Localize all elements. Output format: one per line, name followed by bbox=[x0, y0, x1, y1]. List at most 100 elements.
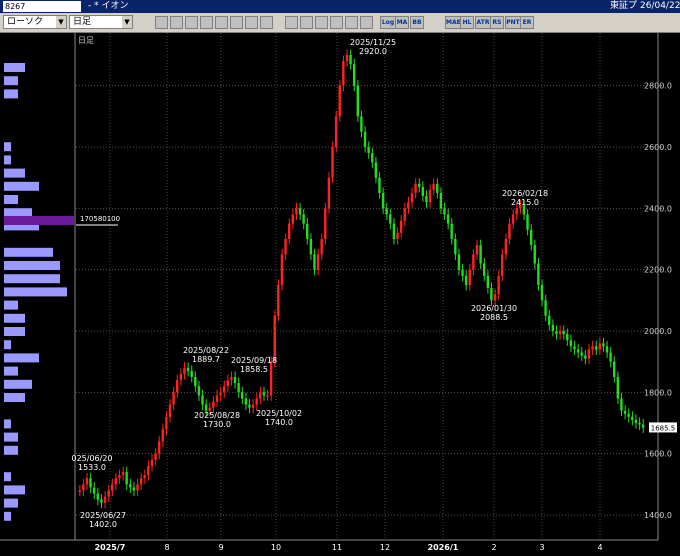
volume-profile-bar bbox=[4, 313, 25, 323]
candle-body bbox=[197, 386, 201, 396]
volume-profile-bar bbox=[4, 208, 32, 218]
candle-body bbox=[183, 367, 186, 374]
candle-body bbox=[486, 275, 490, 289]
candle-body bbox=[219, 392, 222, 396]
chart-type-value: ローソク bbox=[7, 17, 44, 27]
toolbar-pnt-button[interactable]: PNT bbox=[505, 16, 521, 29]
annotation-date: 2026/02/18 bbox=[502, 189, 548, 198]
candle-body bbox=[147, 465, 150, 476]
toolbar-bb-button[interactable]: BB bbox=[410, 16, 424, 29]
candle-body bbox=[201, 395, 204, 405]
annotation-date: 025/06/20 bbox=[71, 454, 112, 463]
candle-body bbox=[616, 377, 620, 399]
candle-body bbox=[259, 392, 262, 399]
candle-body bbox=[569, 340, 573, 347]
price-chart[interactable]: 日足 1400.01600.01800.02000.02200.02400.02… bbox=[0, 33, 680, 556]
candle-body bbox=[446, 214, 450, 224]
candle-body bbox=[443, 208, 446, 215]
time-tick-label: 2025/7 bbox=[95, 543, 126, 552]
toolbar-ma-button[interactable]: MA bbox=[395, 16, 409, 29]
volume-profile-bar bbox=[4, 89, 18, 99]
candle-body bbox=[407, 202, 410, 209]
time-tick-label: 3 bbox=[539, 543, 544, 552]
candle-body bbox=[139, 478, 143, 485]
volume-profile-bar bbox=[4, 511, 11, 521]
toolbar-rs-button[interactable]: RS bbox=[490, 16, 504, 29]
volume-profile-bar bbox=[4, 353, 39, 363]
toolbar-palette-button[interactable] bbox=[345, 16, 358, 29]
candle-body bbox=[298, 208, 302, 215]
candle-body bbox=[100, 499, 103, 503]
toolbar-line-button[interactable] bbox=[215, 16, 228, 29]
candle-body bbox=[291, 214, 294, 224]
time-tick-label: 4 bbox=[597, 543, 602, 552]
annotation-value: 1740.0 bbox=[265, 418, 293, 427]
candle-body bbox=[479, 245, 482, 264]
toolbar-print-button[interactable] bbox=[330, 16, 343, 29]
volume-profile-bar bbox=[4, 274, 60, 284]
candle-body bbox=[114, 478, 118, 485]
volume-profile-bar bbox=[4, 485, 25, 495]
candle-body bbox=[515, 208, 518, 215]
toolbar-atr-button[interactable]: ATR bbox=[475, 16, 491, 29]
stock-code-field[interactable]: 8267 bbox=[3, 1, 81, 12]
toolbar-er-button[interactable]: ER bbox=[520, 16, 534, 29]
candle-body bbox=[273, 315, 276, 362]
candle-body bbox=[526, 214, 529, 230]
toolbar-copy-button[interactable] bbox=[315, 16, 328, 29]
candle-body bbox=[612, 361, 616, 377]
candle-body bbox=[594, 346, 598, 350]
candle-body bbox=[85, 478, 89, 485]
candle-body bbox=[190, 370, 193, 377]
candle-body bbox=[547, 315, 551, 325]
window-title: - * イオン bbox=[88, 1, 129, 11]
candle-body bbox=[230, 377, 233, 381]
candle-body bbox=[132, 487, 136, 491]
candle-body bbox=[573, 346, 576, 350]
volume-profile-bar bbox=[4, 419, 11, 429]
candle-body bbox=[417, 183, 421, 187]
candle-body bbox=[504, 239, 508, 255]
toolbar-hl-button[interactable] bbox=[245, 16, 258, 29]
candle-body bbox=[334, 116, 338, 147]
candle-body bbox=[501, 254, 504, 276]
toolbar-note-button[interactable] bbox=[300, 16, 313, 29]
toolbar-log-button[interactable]: Log bbox=[380, 16, 396, 29]
candle-body bbox=[511, 214, 515, 224]
time-tick-label: 9 bbox=[218, 543, 223, 552]
candle-body bbox=[562, 331, 565, 335]
candle-body bbox=[92, 487, 96, 494]
candle-body bbox=[352, 64, 356, 86]
toolbar-mae-button[interactable]: MAE bbox=[445, 16, 461, 29]
candle-body bbox=[360, 116, 363, 132]
toolbar-up-down-button[interactable] bbox=[185, 16, 198, 29]
annotation-value: 2920.0 bbox=[359, 47, 387, 56]
annotation-date: 2025/11/25 bbox=[350, 38, 396, 47]
candle-body bbox=[194, 377, 197, 387]
time-tick-label: 2026/1 bbox=[428, 543, 459, 552]
candle-body bbox=[602, 343, 605, 347]
toolbar-camera-button[interactable] bbox=[360, 16, 373, 29]
candle-body bbox=[136, 484, 139, 491]
time-tick-label: 10 bbox=[271, 543, 281, 552]
candle-body bbox=[631, 416, 634, 420]
exchange-label: 東証プ bbox=[610, 1, 638, 11]
period-select[interactable]: 日足 ▼ bbox=[69, 15, 133, 29]
candle-body bbox=[280, 254, 284, 285]
candle-body bbox=[623, 410, 627, 414]
toolbar-search-button[interactable] bbox=[170, 16, 183, 29]
candle-body bbox=[584, 355, 587, 359]
toolbar-check-button[interactable] bbox=[260, 16, 273, 29]
candle-body bbox=[457, 254, 461, 270]
candle-body bbox=[396, 232, 399, 239]
toolbar-mail-button[interactable] bbox=[285, 16, 298, 29]
candle-body bbox=[103, 496, 107, 503]
toolbar-red-button[interactable] bbox=[230, 16, 243, 29]
toolbar-hl-button[interactable]: HL bbox=[460, 16, 474, 29]
candle-body bbox=[374, 162, 378, 178]
toolbar-zoom-button[interactable] bbox=[155, 16, 168, 29]
price-tick-label: 2200.0 bbox=[644, 266, 672, 275]
toolbar-up-down2-button[interactable] bbox=[200, 16, 213, 29]
chart-type-select[interactable]: ローソク ▼ bbox=[3, 15, 67, 29]
volume-profile-bar bbox=[4, 393, 25, 402]
